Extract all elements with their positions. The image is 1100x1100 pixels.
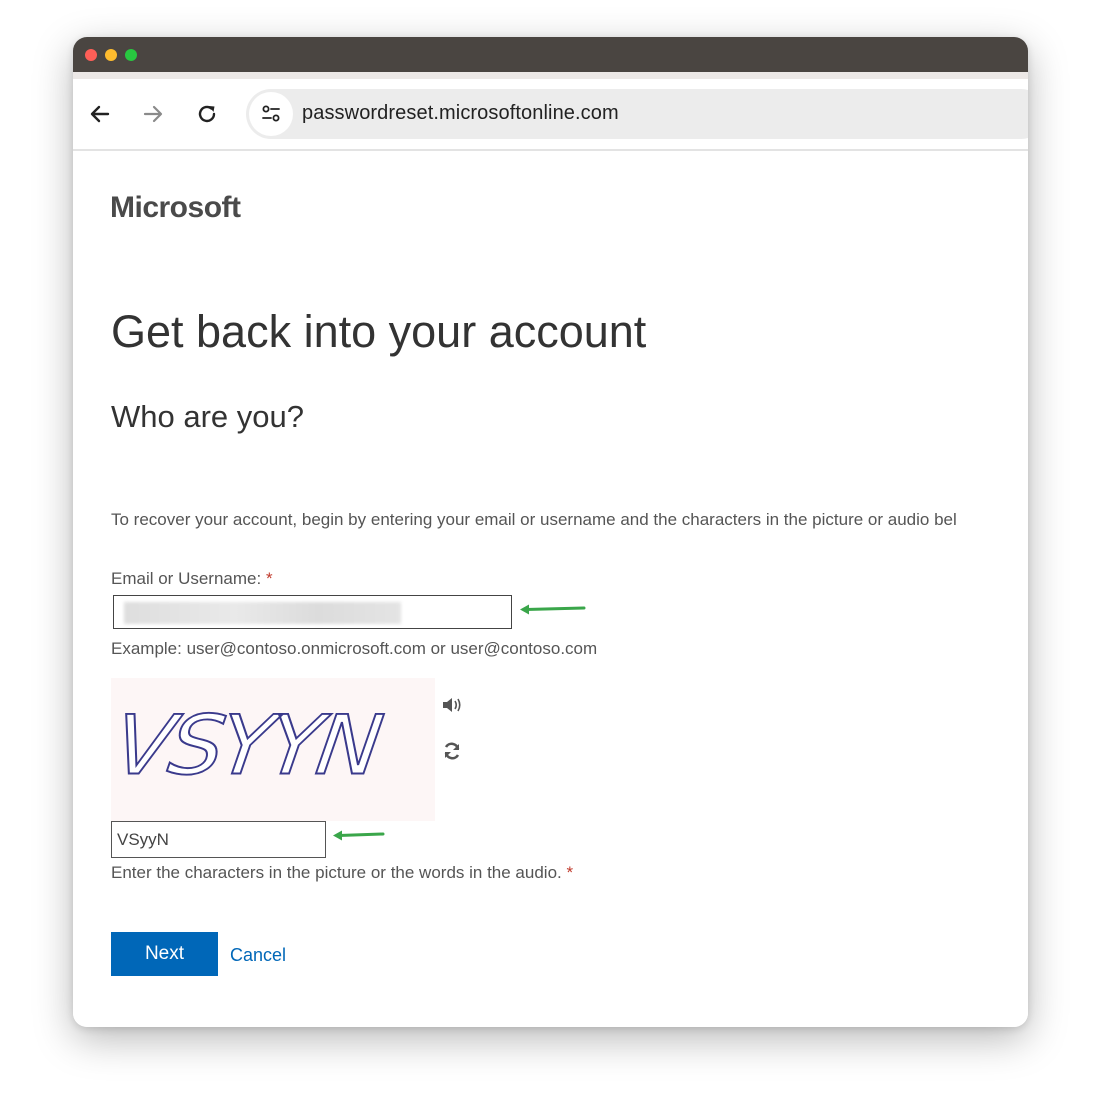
browser-toolbar: passwordreset.microsoftonline.com <box>73 79 1028 151</box>
address-bar[interactable]: passwordreset.microsoftonline.com <box>246 89 1028 139</box>
captcha-characters: VSYYN <box>107 698 385 795</box>
captcha-hint-label: Enter the characters in the picture or t… <box>111 863 562 882</box>
speaker-icon <box>443 698 461 712</box>
email-label-text: Email or Username: <box>111 569 262 588</box>
captcha-audio-button[interactable] <box>440 693 464 717</box>
captcha-refresh-button[interactable] <box>440 739 464 763</box>
arrow-right-icon <box>143 105 163 123</box>
maximize-window-button[interactable] <box>125 49 137 61</box>
captcha-input[interactable] <box>111 821 326 858</box>
email-field[interactable] <box>113 595 512 629</box>
site-info-button[interactable] <box>249 92 293 136</box>
required-marker: * <box>566 863 574 882</box>
microsoft-logo: Microsoft <box>110 191 241 224</box>
refresh-icon <box>444 742 460 760</box>
email-label: Email or Username: * <box>111 569 273 589</box>
close-window-button[interactable] <box>85 49 97 61</box>
url-text[interactable]: passwordreset.microsoftonline.com <box>302 102 619 125</box>
redacted-email-value <box>124 602 401 624</box>
cancel-link[interactable]: Cancel <box>230 945 286 966</box>
page-content: Microsoft Get back into your account Who… <box>73 151 1028 1027</box>
tab-strip <box>73 72 1028 79</box>
back-button[interactable] <box>87 101 113 127</box>
page-subtitle: Who are you? <box>111 399 304 434</box>
site-settings-icon <box>262 105 280 122</box>
browser-window: passwordreset.microsoftonline.com Micros… <box>73 37 1028 1027</box>
reload-icon <box>198 105 216 123</box>
required-marker: * <box>265 569 273 588</box>
instructions-text: To recover your account, begin by enteri… <box>111 510 957 529</box>
page-title: Get back into your account <box>111 306 647 357</box>
captcha-image: VSYYN <box>107 678 435 821</box>
title-bar <box>73 37 1028 72</box>
forward-button[interactable] <box>140 101 166 127</box>
captcha-hint-text: Enter the characters in the picture or t… <box>111 863 573 883</box>
annotation-arrow-icon <box>520 604 586 615</box>
next-button[interactable]: Next <box>111 932 218 976</box>
arrow-left-icon <box>90 105 110 123</box>
email-example-text: Example: user@contoso.onmicrosoft.com or… <box>111 639 598 658</box>
minimize-window-button[interactable] <box>105 49 117 61</box>
annotation-arrow-icon <box>333 830 385 841</box>
reload-button[interactable] <box>194 101 220 127</box>
